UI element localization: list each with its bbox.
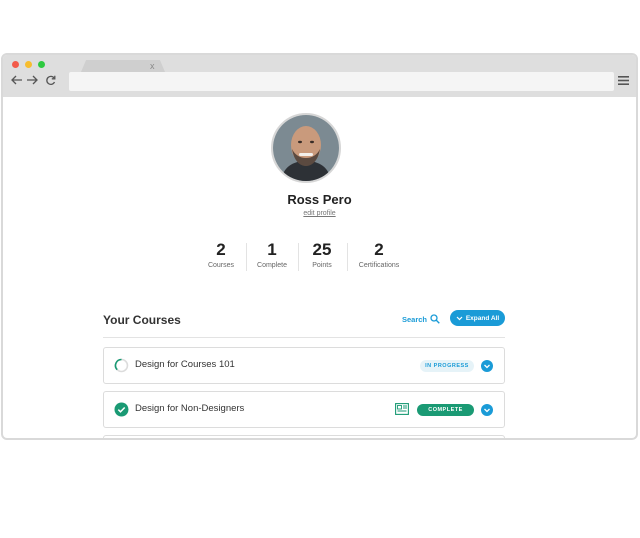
browser-window: x Ross Pero edit profile 2 Courses 1 Com… [1, 53, 638, 440]
certificate-icon[interactable] [395, 403, 409, 415]
stat-certifications: 2 Certifications [354, 240, 404, 269]
stat-value: 2 [216, 240, 226, 259]
avatar-photo [273, 115, 339, 181]
chevron-down-icon [456, 316, 463, 320]
back-arrow-icon[interactable] [11, 75, 23, 85]
stat-label: Courses [207, 262, 235, 269]
stat-label: Complete [257, 262, 287, 269]
search-label: Search [402, 314, 428, 324]
close-window-dot[interactable] [12, 61, 19, 68]
tab-close-icon[interactable]: x [150, 60, 155, 72]
course-title: Design for Courses 101 [135, 359, 235, 370]
stat-value: 2 [374, 240, 384, 259]
expand-all-label: Expand All [465, 314, 500, 322]
chevron-down-icon[interactable] [481, 360, 493, 372]
maximize-window-dot[interactable] [38, 61, 45, 68]
address-bar[interactable] [69, 72, 614, 91]
menu-icon[interactable] [618, 76, 629, 85]
status-badge: COMPLETE [417, 404, 474, 416]
reload-icon[interactable] [45, 75, 56, 86]
status-badge: IN PROGRESS [420, 360, 474, 372]
section-title: Your Courses [103, 313, 181, 327]
stat-points: 25 Points [297, 240, 347, 269]
stat-value: 1 [267, 240, 277, 259]
avatar [271, 113, 341, 183]
course-row[interactable]: Design for Courses 101 IN PROGRESS [103, 347, 505, 384]
course-row[interactable] [103, 435, 505, 438]
browser-chrome: x [3, 55, 636, 97]
search-button[interactable]: Search [402, 314, 440, 324]
stat-label: Certifications [358, 262, 400, 269]
stat-divider [347, 243, 348, 271]
course-title: Design for Non-Designers [135, 403, 245, 414]
section-divider [103, 337, 505, 338]
stat-complete: 1 Complete [247, 240, 297, 269]
forward-arrow-icon[interactable] [26, 75, 38, 85]
edit-profile-link[interactable]: edit profile [3, 210, 636, 217]
chevron-down-icon[interactable] [481, 404, 493, 416]
check-circle-icon [114, 402, 129, 417]
course-row[interactable]: Design for Non-Designers COMPLETE [103, 391, 505, 428]
stat-label: Points [312, 262, 332, 269]
stat-value: 25 [312, 240, 332, 259]
minimize-window-dot[interactable] [25, 61, 32, 68]
stat-courses: 2 Courses [196, 240, 246, 269]
search-icon [430, 314, 440, 324]
progress-ring-icon [114, 358, 129, 373]
profile-name: Ross Pero [287, 192, 352, 207]
expand-all-button[interactable]: Expand All [450, 310, 505, 326]
